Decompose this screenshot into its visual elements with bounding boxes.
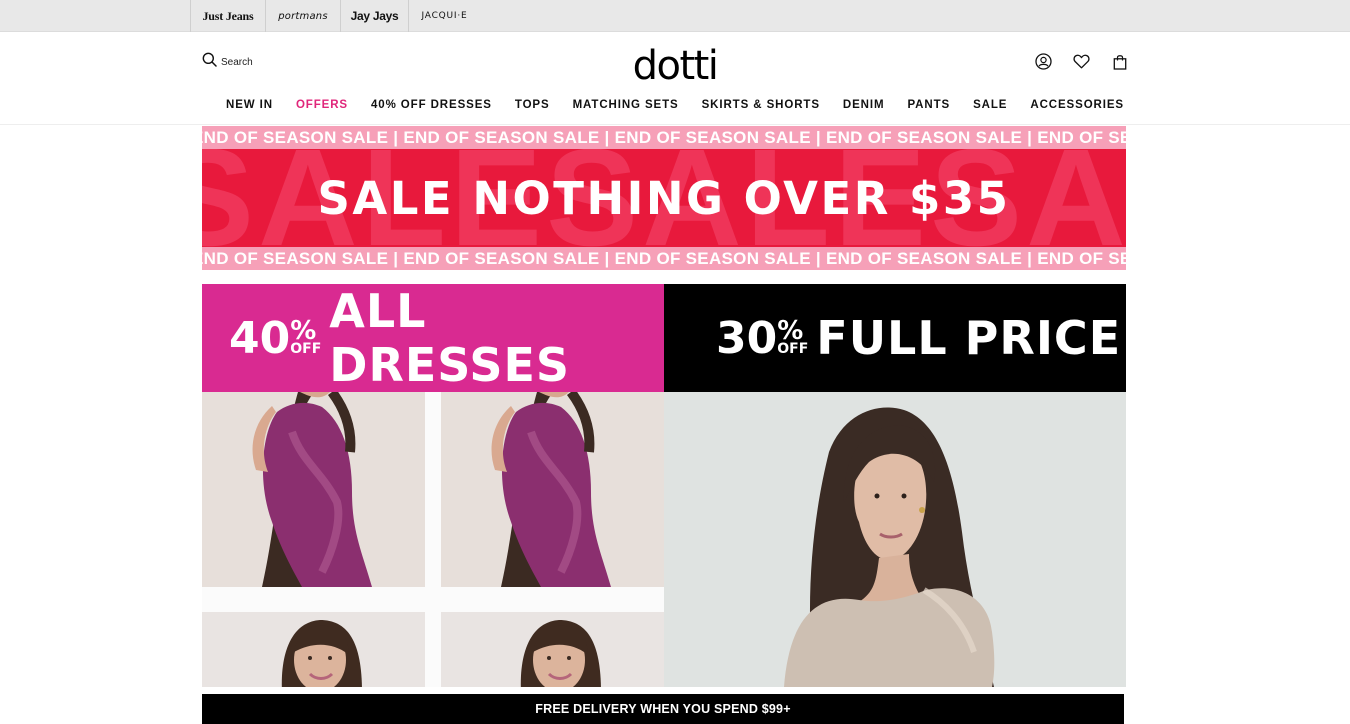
- account-icon[interactable]: [1034, 52, 1053, 71]
- promo-full-price-header: 30 % OFF FULL PRICE: [664, 284, 1126, 392]
- brand-tab-just-jeans[interactable]: Just Jeans: [190, 0, 265, 32]
- search-icon: [202, 52, 217, 72]
- brand-bar: Just Jeans portmans Jay Jays JACQUI·E: [0, 0, 1350, 32]
- brand-tab-jacquie[interactable]: JACQUI·E: [408, 0, 480, 32]
- sale-ticker-bottom: END OF SEASON SALE | END OF SEASON SALE …: [202, 247, 1126, 270]
- dress-image: [202, 612, 425, 687]
- promo-full-price-title: 30 % OFF FULL PRICE: [716, 311, 1122, 365]
- dress-image: [441, 612, 664, 687]
- brand-tab-jay-jays[interactable]: Jay Jays: [340, 0, 408, 32]
- search-button[interactable]: Search: [202, 52, 253, 72]
- promo-dresses-header: 40 % OFF ALL DRESSES: [202, 284, 664, 392]
- site-header: Search dotti NEW IN OFFERS 40% OFF DRESS…: [0, 33, 1350, 125]
- free-delivery-banner[interactable]: FREE DELIVERY WHEN YOU SPEND $99+: [202, 694, 1124, 724]
- free-delivery-text: FREE DELIVERY WHEN YOU SPEND $99+: [535, 702, 791, 716]
- promo-dresses-title: 40 % OFF ALL DRESSES: [229, 284, 571, 392]
- logo-link[interactable]: dotti: [620, 37, 730, 89]
- promo-dresses[interactable]: 40 % OFF ALL DRESSES: [202, 284, 664, 687]
- nav-matching-sets[interactable]: MATCHING SETS: [573, 99, 679, 111]
- dress-image: [202, 392, 425, 587]
- nav-offers[interactable]: OFFERS: [296, 99, 348, 111]
- nav-skirts-shorts[interactable]: SKIRTS & SHORTS: [702, 99, 820, 111]
- promo-full-price[interactable]: 30 % OFF FULL PRICE: [664, 284, 1126, 687]
- nav-tops[interactable]: TOPS: [515, 99, 550, 111]
- nav-new-in[interactable]: NEW IN: [226, 99, 273, 111]
- heart-icon[interactable]: [1072, 52, 1091, 71]
- nav-pants[interactable]: PANTS: [907, 99, 950, 111]
- nav-40-off-dresses[interactable]: 40% OFF DRESSES: [371, 99, 492, 111]
- dress-image: [441, 392, 664, 587]
- main-nav: NEW IN OFFERS 40% OFF DRESSES TOPS MATCH…: [0, 99, 1350, 111]
- brand-tab-portmans[interactable]: portmans: [265, 0, 340, 32]
- nav-sale[interactable]: SALE: [973, 99, 1007, 111]
- bag-icon[interactable]: [1110, 52, 1129, 71]
- brand-tabs: Just Jeans portmans Jay Jays JACQUI·E: [190, 0, 480, 32]
- sale-ticker-top: END OF SEASON SALE | END OF SEASON SALE …: [202, 126, 1126, 149]
- sale-headline: SALE NOTHING OVER $35: [317, 172, 1011, 225]
- dotti-logo: dotti: [632, 43, 719, 89]
- header-icons: [1034, 52, 1129, 71]
- nav-denim[interactable]: DENIM: [843, 99, 885, 111]
- nav-accessories[interactable]: ACCESSORIES: [1030, 99, 1124, 111]
- search-label: Search: [221, 56, 253, 68]
- sale-banner[interactable]: SALESALESALE END OF SEASON SALE | END OF…: [202, 126, 1126, 270]
- model-image: [664, 392, 1126, 687]
